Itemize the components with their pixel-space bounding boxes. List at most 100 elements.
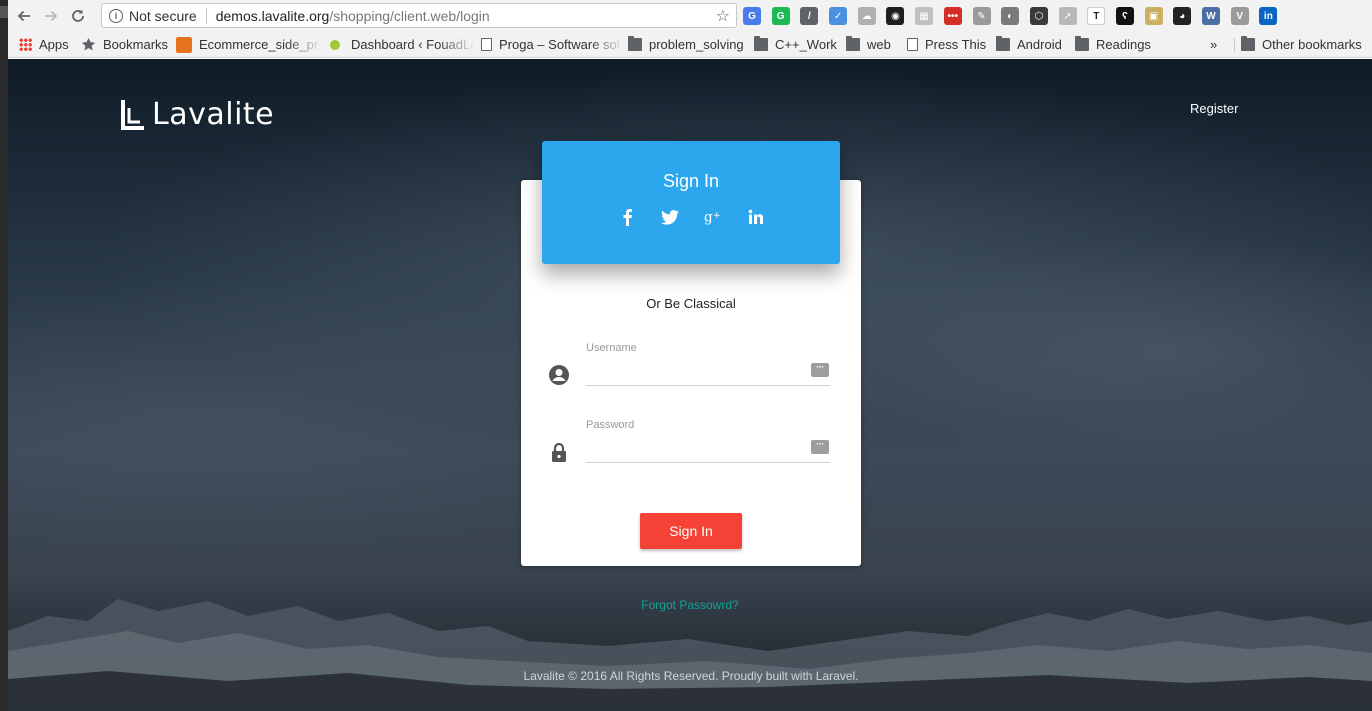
vue-extension-icon[interactable]: V [1230, 7, 1249, 25]
bookmark-label: Bookmarks [103, 37, 169, 52]
bookmark-label: Dashboard ‹ FouadLe [351, 37, 475, 52]
facebook-icon [623, 209, 632, 226]
svg-text:g: g [704, 210, 713, 226]
twitter-icon [660, 209, 679, 225]
folder-icon [628, 36, 642, 51]
folder-icon [1241, 36, 1255, 51]
bookmark-android[interactable]: Android [996, 31, 1062, 58]
extensions-bar: G G / ✓ ☁ ◉ ▦ ••• ✎ ◐ ⬡ ➚ Tʕ ▣ ◕ W Vin [743, 6, 1288, 26]
info-icon[interactable]: i [109, 8, 123, 23]
lavalite-logo-icon [121, 99, 144, 130]
bookmark-bookmarks[interactable]: Bookmarks [81, 31, 168, 58]
forgot-password-link[interactable]: Forgot Passowrd? [8, 598, 1372, 612]
bookmark-label: Ecommerce_side_pr [199, 37, 319, 52]
google-plus-login-button[interactable]: g + [704, 208, 722, 226]
image-extension-icon[interactable]: ▣ [1144, 7, 1163, 25]
bookmark-problem-solving[interactable]: problem_solving [628, 31, 744, 58]
bookmark-cpp-work[interactable]: C++_Work [754, 31, 837, 58]
lock-icon [552, 442, 566, 462]
page-footer: Lavalite © 2016 All Rights Reserved. Pro… [523, 669, 859, 683]
security-label[interactable]: Not secure [129, 8, 197, 24]
register-link[interactable]: Register [1190, 101, 1238, 116]
bookmark-label: problem_solving [649, 37, 744, 52]
bookmark-label: Apps [39, 37, 69, 52]
orange-site-icon [176, 36, 192, 53]
w-extension-icon[interactable]: W [1202, 7, 1220, 25]
address-separator [205, 7, 207, 24]
bookmark-web[interactable]: web [846, 31, 891, 58]
password-input[interactable] [586, 435, 830, 463]
bookmarks-separator [1234, 38, 1235, 52]
page-icon [907, 38, 918, 51]
bookmark-readings[interactable]: Readings [1075, 31, 1151, 58]
window-edge-marker [0, 6, 8, 18]
login-card-header: Sign In g + [542, 141, 840, 264]
sign-in-button[interactable]: Sign In [640, 513, 742, 549]
folder-icon [1075, 36, 1089, 51]
bookmark-apps[interactable]: Apps [19, 31, 69, 58]
card-title: Sign In [662, 171, 720, 191]
grammarly-icon[interactable]: G [771, 7, 790, 25]
bookmark-press-this[interactable]: Press This [907, 31, 986, 58]
check-extension-icon[interactable]: ✓ [829, 7, 848, 25]
browser-toolbar: i Not secure demos.lavalite.org/shopping… [8, 0, 1372, 31]
bookmark-label: C++_Work [775, 37, 837, 52]
address-bar[interactable]: i Not secure demos.lavalite.org/shopping… [101, 3, 737, 28]
screenshot-extension-icon[interactable]: ▦ [915, 7, 934, 25]
brand-name: Lavalite [152, 97, 275, 132]
bookmark-star-icon[interactable]: ☆ [716, 6, 730, 26]
window-edge [0, 0, 8, 711]
google-translate-icon[interactable]: G [743, 7, 761, 25]
password-manager-icon[interactable]: ··· [811, 363, 829, 377]
password-manager-icon[interactable]: ··· [811, 440, 829, 454]
lime-site-icon [330, 39, 340, 50]
back-arrow-icon [17, 10, 30, 21]
reload-icon [71, 9, 84, 22]
bookmark-ecommerce[interactable]: Ecommerce_side_pr [176, 31, 322, 58]
lastpass-icon[interactable]: ••• [943, 7, 962, 25]
bookmarks-bar: Apps Bookmarks Ecommerce_side_pr Dashboa… [8, 31, 1372, 58]
svg-text:+: + [713, 211, 721, 221]
reload-button[interactable] [64, 2, 91, 29]
page-icon [481, 38, 492, 51]
color-wheel-icon[interactable]: ◉ [886, 7, 905, 25]
bookmark-label: Press This [925, 37, 987, 52]
bookmark-label: Android [1017, 37, 1062, 52]
user-icon [549, 365, 569, 385]
twitter-login-button[interactable] [660, 208, 679, 226]
bookmark-other[interactable]: Other bookmarks [1241, 31, 1362, 58]
arrow-extension-icon[interactable]: ➚ [1058, 7, 1077, 25]
mountain-background [8, 599, 1372, 711]
bookmark-label: Proga – Software sol [499, 37, 620, 52]
panda-extension-icon[interactable]: ◕ [1173, 7, 1192, 25]
bookmark-label: web [867, 37, 891, 52]
brand-logo[interactable]: Lavalite [120, 97, 274, 132]
password-label: Password [586, 419, 635, 431]
linkedin-extension-icon[interactable]: in [1259, 7, 1278, 25]
bookmark-label: Readings [1096, 37, 1151, 52]
username-input[interactable] [586, 358, 830, 386]
back-button[interactable] [10, 2, 37, 29]
bookmark-proga[interactable]: Proga – Software sol [481, 31, 625, 58]
google-plus-icon: g + [704, 210, 721, 226]
social-login-row: g + [542, 206, 840, 228]
cloud-extension-icon[interactable]: ☁ [857, 7, 876, 25]
text-extension-icon[interactable]: T [1087, 7, 1106, 25]
folder-icon [846, 36, 860, 51]
forward-button[interactable] [37, 2, 64, 29]
gnome-extension-icon[interactable]: ʕ [1115, 7, 1134, 25]
folder-icon [996, 36, 1010, 51]
eyedropper-icon[interactable]: / [800, 7, 819, 25]
pen-extension-icon[interactable]: ✎ [972, 7, 991, 25]
linkedin-login-button[interactable] [747, 208, 765, 226]
camera-extension-icon[interactable]: ◐ [1001, 7, 1020, 25]
url-path[interactable]: /shopping/client.web/login [329, 8, 489, 24]
facebook-login-button[interactable] [618, 208, 636, 226]
bookmark-dashboard[interactable]: Dashboard ‹ FouadLe [330, 31, 475, 58]
username-label: Username [586, 342, 637, 354]
url-host[interactable]: demos.lavalite.org [216, 8, 330, 24]
bookmarks-overflow-button[interactable]: » [1210, 31, 1217, 58]
cube-extension-icon[interactable]: ⬡ [1029, 7, 1048, 25]
star-icon [81, 37, 96, 52]
forward-arrow-icon [44, 10, 57, 21]
